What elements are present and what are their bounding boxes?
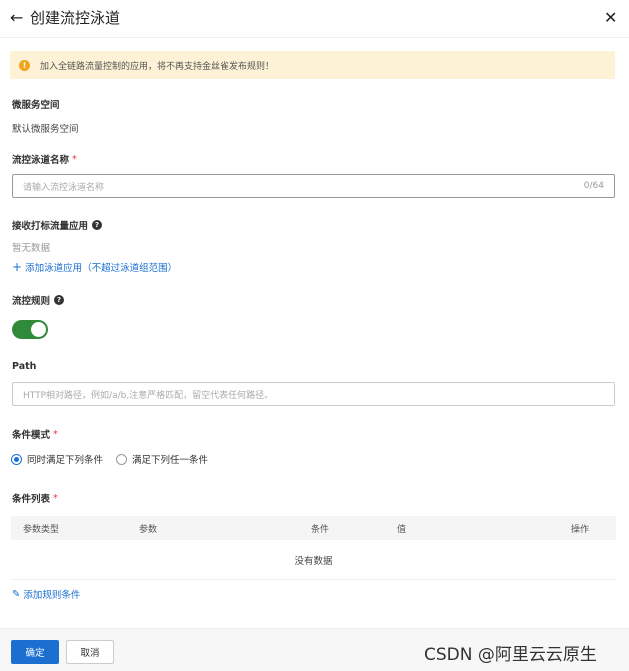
condition-table: 参数类型 参数 条件 值 操作 没有数据 bbox=[11, 516, 616, 580]
cancel-button[interactable]: 取消 bbox=[66, 640, 114, 664]
plus-icon: + bbox=[12, 260, 23, 274]
table-empty-text: 没有数据 bbox=[294, 555, 333, 567]
col-value: 值 bbox=[397, 525, 407, 535]
radio-all-label: 同时满足下列条件 bbox=[27, 455, 104, 466]
back-arrow-icon[interactable]: ← bbox=[10, 8, 23, 27]
warning-alert: ! 加入全链路流量控制的应用，将不再支持金丝雀发布规则！ bbox=[10, 51, 615, 79]
radio-checked-icon bbox=[11, 453, 22, 465]
page-title: 创建流控泳道 bbox=[30, 9, 121, 27]
toggle-knob bbox=[31, 322, 46, 337]
lane-name-label: 流控泳道名称 * bbox=[12, 153, 77, 167]
path-placeholder: HTTP相对路径，例如/a/b,注意严格匹配，留空代表任何路径。 bbox=[23, 390, 274, 401]
flow-rules-label: 流控规则? bbox=[12, 293, 65, 307]
receive-apps-empty: 暂无数据 bbox=[12, 243, 51, 254]
receive-apps-label: 接收打标流量应用? bbox=[12, 218, 103, 232]
header-divider bbox=[0, 37, 629, 38]
add-rule-condition-label: 添加规则条件 bbox=[23, 590, 81, 601]
drawer-header: ← 创建流控泳道 ✕ bbox=[0, 0, 629, 36]
path-label: Path bbox=[12, 361, 37, 372]
path-input[interactable]: HTTP相对路径，例如/a/b,注意严格匹配，留空代表任何路径。 bbox=[12, 382, 615, 406]
warning-icon: ! bbox=[19, 59, 30, 71]
add-lane-app-label: 添加泳道应用（不超过泳道组范围） bbox=[25, 263, 178, 274]
radio-unchecked-icon bbox=[116, 453, 128, 465]
col-condition: 条件 bbox=[311, 525, 330, 535]
char-counter: 0/64 bbox=[583, 181, 604, 191]
add-rule-condition-link[interactable]: ✎ 添加规则条件 bbox=[12, 587, 81, 602]
lane-name-placeholder: 请输入流控泳道名称 bbox=[23, 182, 105, 193]
col-action: 操作 bbox=[571, 525, 590, 535]
lane-name-input[interactable]: 请输入流控泳道名称 0/64 bbox=[12, 174, 615, 198]
table-header: 参数类型 参数 条件 值 操作 bbox=[11, 516, 616, 540]
confirm-button[interactable]: 确定 bbox=[11, 640, 59, 664]
condition-mode-radio-group: 同时满足下列条件 满足下列任一条件 bbox=[11, 452, 221, 466]
close-icon[interactable]: ✕ bbox=[604, 8, 617, 27]
edit-icon: ✎ bbox=[12, 588, 21, 600]
required-mark: * bbox=[53, 428, 58, 440]
condition-list-label: 条件列表 * bbox=[12, 492, 58, 506]
flow-rules-toggle[interactable] bbox=[12, 320, 48, 339]
namespace-value: 默认微服务空间 bbox=[12, 124, 79, 135]
help-icon[interactable]: ? bbox=[54, 295, 65, 305]
namespace-label: 微服务空间 bbox=[12, 100, 60, 111]
radio-all-conditions[interactable]: 同时满足下列条件 bbox=[11, 452, 103, 466]
col-param-type: 参数类型 bbox=[23, 525, 60, 535]
watermark-text: CSDN @阿里云云原生 bbox=[424, 645, 597, 665]
radio-any-label: 满足下列任一条件 bbox=[132, 455, 209, 466]
required-mark: * bbox=[72, 153, 77, 165]
radio-any-condition[interactable]: 满足下列任一条件 bbox=[116, 452, 208, 466]
help-icon[interactable]: ? bbox=[92, 220, 103, 230]
add-lane-app-link[interactable]: + 添加泳道应用（不超过泳道组范围） bbox=[12, 260, 177, 274]
col-param: 参数 bbox=[139, 525, 158, 535]
alert-text: 加入全链路流量控制的应用，将不再支持金丝雀发布规则！ bbox=[40, 61, 275, 72]
table-empty-row: 没有数据 bbox=[11, 540, 616, 580]
required-mark: * bbox=[53, 492, 58, 504]
condition-mode-label: 条件模式 * bbox=[12, 428, 58, 442]
